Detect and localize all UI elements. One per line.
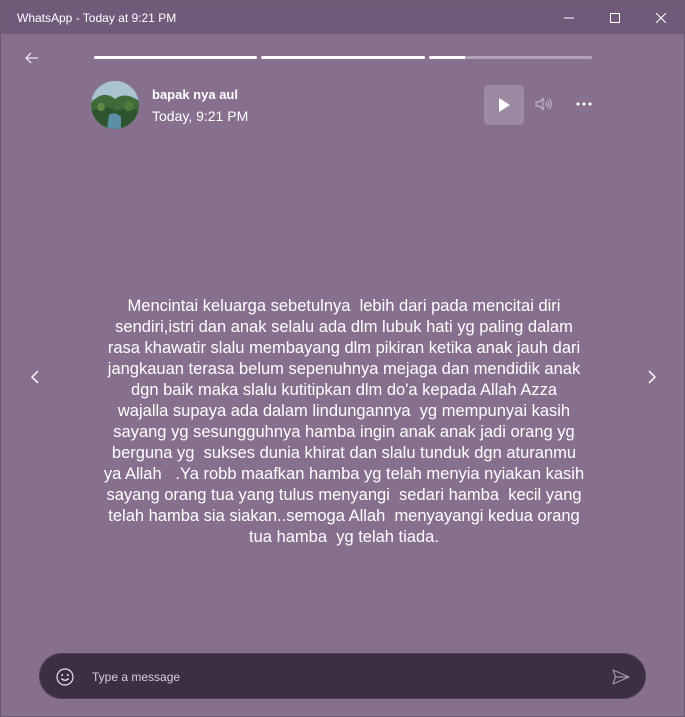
status-text-line: ya Allah .Ya robb maafkan hamba yg telah… (103, 465, 585, 483)
story-progress-3 (429, 56, 592, 59)
more-options-button[interactable] (573, 93, 595, 115)
story-progress-fill (261, 56, 425, 59)
status-text-line: wajalla supaya ada dalam lindungannya yg… (117, 402, 571, 420)
whatsapp-window: WhatsApp - Today at 9:21 PM bapak nya au… (0, 0, 685, 717)
close-button[interactable] (638, 1, 684, 34)
maximize-icon (610, 12, 620, 23)
more-icon (576, 102, 592, 106)
minimize-icon (564, 17, 574, 18)
status-text-line: dgn baik maka slalu kutitipkan dlm do'a … (131, 381, 557, 399)
title-bar: WhatsApp - Today at 9:21 PM (1, 1, 684, 34)
status-text-line: sayang orang tua yang tulus menyangi sed… (106, 486, 582, 504)
play-icon (499, 98, 510, 112)
status-time: Today, 9:21 PM (152, 108, 249, 124)
story-progress-2 (261, 56, 425, 59)
chevron-right-icon (648, 370, 656, 384)
volume-icon (535, 97, 552, 111)
story-progress-fill (429, 56, 465, 59)
next-status-button[interactable] (642, 366, 662, 388)
close-icon (656, 12, 666, 23)
message-composer (39, 653, 646, 699)
status-text-line: berguna yg sukses dunia khirat dan slalu… (111, 444, 577, 462)
window-title: WhatsApp - Today at 9:21 PM (17, 11, 177, 25)
status-text-line: jangkauan terasa belum sepenuhnya mejaga… (107, 360, 581, 378)
status-text-line: tua hamba yg telah tiada. (249, 528, 439, 546)
chevron-left-icon (31, 370, 39, 384)
emoji-button[interactable] (54, 666, 76, 688)
status-text-line: Mencintai keluarga sebetulnya lebih dari… (127, 297, 561, 315)
send-icon (612, 669, 630, 685)
status-text-line: sendiri,istri dan anak selalu ada dlm lu… (115, 318, 573, 336)
avatar[interactable] (91, 81, 139, 129)
avatar-landscape-image (91, 81, 139, 129)
contact-name: bapak nya aul (152, 87, 238, 102)
previous-status-button[interactable] (25, 366, 45, 388)
play-button[interactable] (484, 85, 524, 125)
status-text-line: sayang yg sesungguhnya hamba ingin anak … (113, 423, 575, 441)
status-text-line: telah hamba sia siakan..semoga Allah men… (108, 507, 580, 525)
emoji-icon (56, 668, 74, 686)
maximize-button[interactable] (592, 1, 638, 34)
message-input[interactable] (90, 664, 594, 690)
send-button[interactable] (610, 666, 632, 688)
minimize-button[interactable] (546, 1, 592, 34)
story-progress-fill (94, 56, 257, 59)
status-text-line: rasa khawatir slalu membayang dlm pikira… (107, 339, 581, 357)
arrow-left-icon (25, 52, 38, 64)
story-progress-1 (94, 56, 257, 59)
back-button[interactable] (21, 48, 43, 68)
status-text: Mencintai keluarga sebetulnya lebih dari… (79, 296, 609, 548)
volume-button[interactable] (533, 93, 555, 115)
